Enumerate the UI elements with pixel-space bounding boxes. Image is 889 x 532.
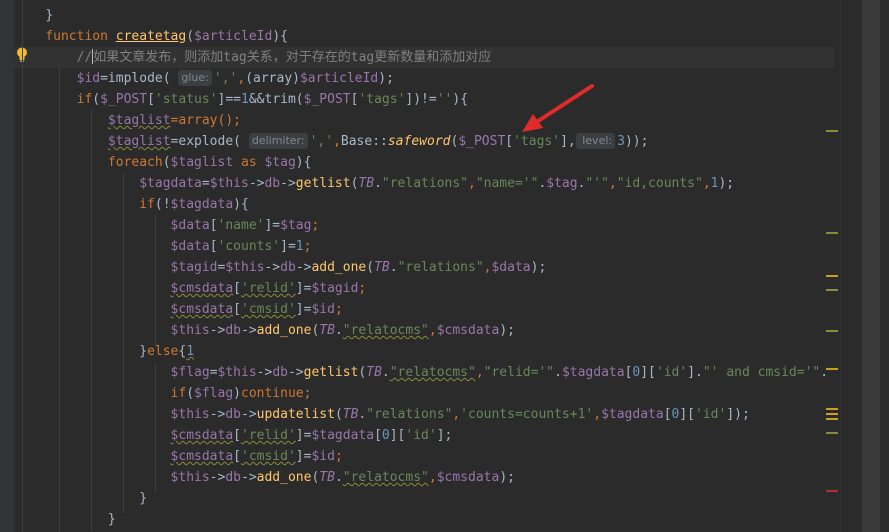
indent-guide bbox=[155, 363, 156, 493]
error-stripe-mark[interactable] bbox=[826, 232, 838, 234]
indent-guide bbox=[22, 0, 23, 532]
red-arrow-icon bbox=[522, 84, 594, 132]
error-stripe-mark[interactable] bbox=[826, 330, 838, 332]
error-stripe[interactable] bbox=[840, 0, 863, 532]
error-stripe-mark[interactable] bbox=[826, 413, 838, 415]
indent-guide bbox=[155, 215, 156, 345]
error-stripe-mark[interactable] bbox=[826, 275, 838, 277]
error-stripe-mark[interactable] bbox=[826, 418, 838, 420]
error-stripe-mark[interactable] bbox=[826, 408, 838, 410]
error-stripe-mark[interactable] bbox=[826, 432, 838, 434]
indent-guide bbox=[59, 68, 60, 532]
code-editor[interactable]: } function createtag($articleId){ //如果文章… bbox=[0, 0, 889, 532]
indent-guide bbox=[91, 110, 92, 530]
indent-guide bbox=[123, 173, 124, 513]
vertical-scrollbar[interactable] bbox=[862, 0, 880, 532]
error-stripe-mark[interactable] bbox=[826, 130, 838, 132]
error-stripe-mark[interactable] bbox=[826, 368, 838, 370]
error-stripe-mark[interactable] bbox=[826, 490, 838, 492]
error-stripe-mark[interactable] bbox=[826, 289, 838, 291]
